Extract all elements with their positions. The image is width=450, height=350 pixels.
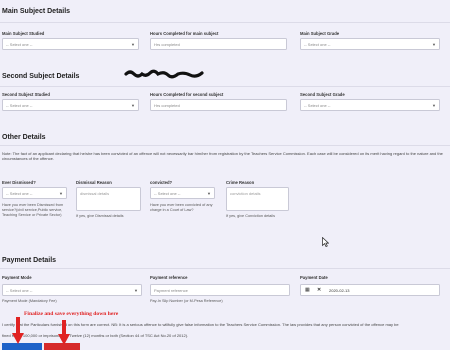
second-subject-grade-label: Second Subject Grade [300, 92, 345, 97]
annotation-text: Finalize and save everything down here [24, 311, 119, 317]
select-value: -- Select one -- [304, 42, 331, 47]
select-value: -- Select one -- [6, 103, 33, 108]
placeholder: Hrs completed [154, 103, 180, 108]
second-subject-studied-select[interactable]: -- Select one -- ▼ [2, 99, 139, 111]
payment-mode-select[interactable]: -- Select one -- ▼ [2, 284, 142, 296]
main-subject-hours-label: Hours Completed for main subject [150, 31, 219, 36]
chevron-down-icon: ▼ [207, 191, 211, 196]
main-subject-studied-label: Main Subject Studied [2, 31, 45, 36]
payment-mode-label: Payment Mode [2, 275, 32, 280]
conviction-note: Note: The fact of an applicant declaring… [2, 151, 443, 162]
main-subject-grade-label: Main Subject Grade [300, 31, 340, 36]
chevron-down-icon: ▼ [134, 288, 138, 293]
crime-reason-textarea[interactable]: conviction details [226, 187, 289, 211]
ever-dismissed-hint: Have you ever been Dismissed from servic… [2, 203, 64, 217]
convicted-hint: Have you ever been convicted of any char… [150, 203, 213, 212]
divider [0, 22, 450, 23]
main-subject-title: Main Subject Details [2, 8, 71, 15]
main-subject-hours-input[interactable]: Hrs completed [150, 38, 287, 50]
placeholder: Payment reference [154, 288, 188, 293]
divider [0, 86, 450, 87]
placeholder: conviction details [230, 191, 261, 196]
second-subject-grade-select[interactable]: -- Select one -- ▼ [300, 99, 440, 111]
convicted-label: convicted? [150, 180, 173, 185]
arrow-down-icon [58, 320, 70, 350]
second-subject-studied-label: Second Subject Studied [2, 92, 50, 97]
other-details-title: Other Details [2, 134, 46, 141]
ever-dismissed-label: Ever Dismissed? [2, 180, 36, 185]
chevron-down-icon: ▼ [59, 191, 63, 196]
second-subject-hours-input[interactable]: Hrs completed [150, 99, 287, 111]
divider [0, 145, 450, 146]
payment-date-input[interactable]: ▦ ✕ 2020-02-13 [300, 284, 440, 296]
main-subject-grade-select[interactable]: -- Select one -- ▼ [300, 38, 440, 50]
placeholder: Hrs completed [154, 42, 180, 47]
clear-icon[interactable]: ✕ [317, 285, 321, 296]
ever-dismissed-select[interactable]: -- Select one -- ▼ [2, 187, 67, 199]
mouse-cursor-icon [322, 234, 330, 252]
main-subject-studied-select[interactable]: -- Select one -- ▼ [2, 38, 139, 50]
select-value: -- Select one -- [6, 191, 33, 196]
chevron-down-icon: ▼ [131, 103, 135, 108]
payment-date-value: 2020-02-13 [329, 288, 350, 293]
crime-reason-hint: If yes, give Conviction details [226, 214, 275, 218]
divider [0, 268, 450, 269]
second-subject-hours-label: Hours Completed for second subject [150, 92, 224, 97]
chevron-down-icon: ▼ [131, 42, 135, 47]
redaction-scribble [124, 66, 204, 79]
chevron-down-icon: ▼ [432, 42, 436, 47]
select-value: -- Select one -- [6, 288, 33, 293]
select-value: -- Select one -- [6, 42, 33, 47]
placeholder: dismissal details [80, 191, 110, 196]
arrow-down-icon [12, 317, 24, 350]
payment-date-label: Payment Date [300, 275, 328, 280]
convicted-select[interactable]: -- Select one -- ▼ [150, 187, 215, 199]
crime-reason-label: Crime Reason [226, 180, 255, 185]
select-value: -- Select one -- [304, 103, 331, 108]
dismissal-reason-hint: If yes, give Dismissal details [76, 214, 124, 218]
payment-mode-hint: Payment Mode (Mandatory Fee) [2, 299, 57, 303]
payment-reference-hint: Pay-In Slip Number (or M-Pesa Reference) [150, 299, 223, 303]
second-subject-title: Second Subject Details [2, 73, 80, 80]
chevron-down-icon: ▼ [432, 103, 436, 108]
dismissal-reason-label: Dismissal Reason [76, 180, 112, 185]
select-value: -- Select one -- [154, 191, 181, 196]
dismissal-reason-textarea[interactable]: dismissal details [76, 187, 141, 211]
calendar-icon[interactable]: ▦ [305, 285, 310, 296]
payment-reference-label: Payment reference [150, 275, 188, 280]
payment-details-title: Payment Details [2, 257, 57, 264]
payment-reference-input[interactable]: Payment reference [150, 284, 290, 296]
